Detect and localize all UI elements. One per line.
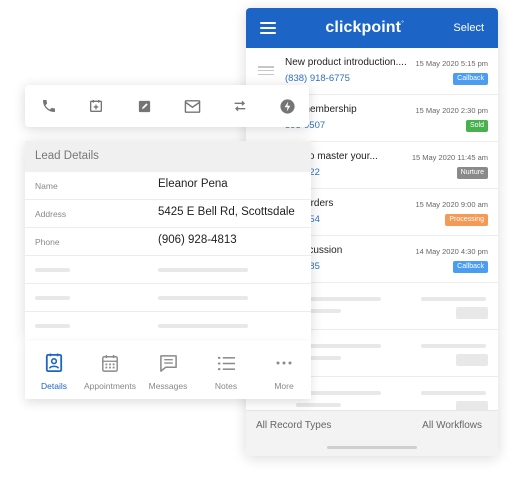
email-icon[interactable] [183, 97, 201, 115]
message-icon [158, 353, 178, 373]
phone-icon[interactable] [40, 97, 58, 115]
field-value[interactable]: (906) 928-4813 [158, 234, 237, 246]
lead-field-row: Name Eleanor Pena [25, 172, 311, 200]
transfer-icon[interactable] [231, 97, 249, 115]
calendar-icon [100, 353, 120, 373]
record-types-filter[interactable]: All Record Types [256, 420, 331, 431]
status-badge: Callback [453, 261, 488, 273]
nav-label: Messages [148, 381, 188, 391]
nav-label: Notes [214, 381, 238, 391]
filter-bar: All Record Types All Workflows [246, 410, 498, 456]
lead-details-title: Lead Details [25, 141, 311, 172]
nav-item-appointments[interactable]: Appointments [81, 341, 139, 399]
field-label: Address [35, 209, 67, 219]
record-title: New product introduction.... [285, 57, 407, 68]
record-date: 14 May 2020 4:30 pm [415, 247, 488, 256]
field-label: Name [35, 181, 58, 191]
details-icon [44, 353, 64, 373]
nav-label: More [274, 381, 294, 391]
drag-handle-icon[interactable] [258, 66, 274, 75]
status-badge: Callback [453, 73, 488, 85]
record-date: 15 May 2020 11:45 am [411, 153, 488, 162]
field-value: 5425 E Bell Rd, Scottsdale [158, 206, 295, 218]
nav-item-messages[interactable]: Messages [139, 341, 197, 399]
note-edit-icon[interactable] [135, 97, 153, 115]
field-label: Phone [35, 237, 60, 247]
lead-details-card: Lead Details Name Eleanor Pena Address 5… [25, 141, 311, 341]
placeholder-row [25, 284, 311, 312]
bottom-navigation: Details Appointments Messages Notes More [25, 341, 311, 399]
nav-label: Appointments [84, 381, 136, 391]
record-date: 15 May 2020 9:00 am [415, 200, 488, 209]
hamburger-icon[interactable] [260, 22, 276, 34]
workflows-filter[interactable]: All Workflows [422, 420, 482, 431]
status-badge: Sold [465, 120, 488, 132]
record-phone[interactable]: (838) 918-6775 [285, 73, 350, 84]
app-header: clickpoint° Select [246, 8, 498, 48]
record-date: 15 May 2020 2:30 pm [415, 106, 488, 115]
home-indicator [327, 446, 417, 449]
nav-label: Details [41, 381, 67, 391]
list-icon [216, 353, 236, 373]
status-badge: Processing [445, 214, 488, 226]
more-icon [274, 353, 294, 373]
record-date: 15 May 2020 5:15 pm [415, 59, 488, 68]
action-toolbar [25, 85, 309, 127]
field-value: Eleanor Pena [158, 178, 228, 190]
nav-item-details[interactable]: Details [25, 341, 83, 399]
status-badge: Nurture [456, 167, 488, 179]
placeholder-row [25, 256, 311, 284]
select-button[interactable]: Select [453, 22, 484, 34]
nav-item-more[interactable]: More [255, 341, 313, 399]
calendar-add-icon[interactable] [87, 97, 105, 115]
brand-logo: clickpoint° [325, 19, 404, 36]
nav-item-notes[interactable]: Notes [197, 341, 255, 399]
lightning-icon[interactable] [278, 97, 296, 115]
lead-field-row: Address 5425 E Bell Rd, Scottsdale [25, 200, 311, 228]
lead-field-row: Phone (906) 928-4813 [25, 228, 311, 256]
placeholder-row [25, 312, 311, 340]
